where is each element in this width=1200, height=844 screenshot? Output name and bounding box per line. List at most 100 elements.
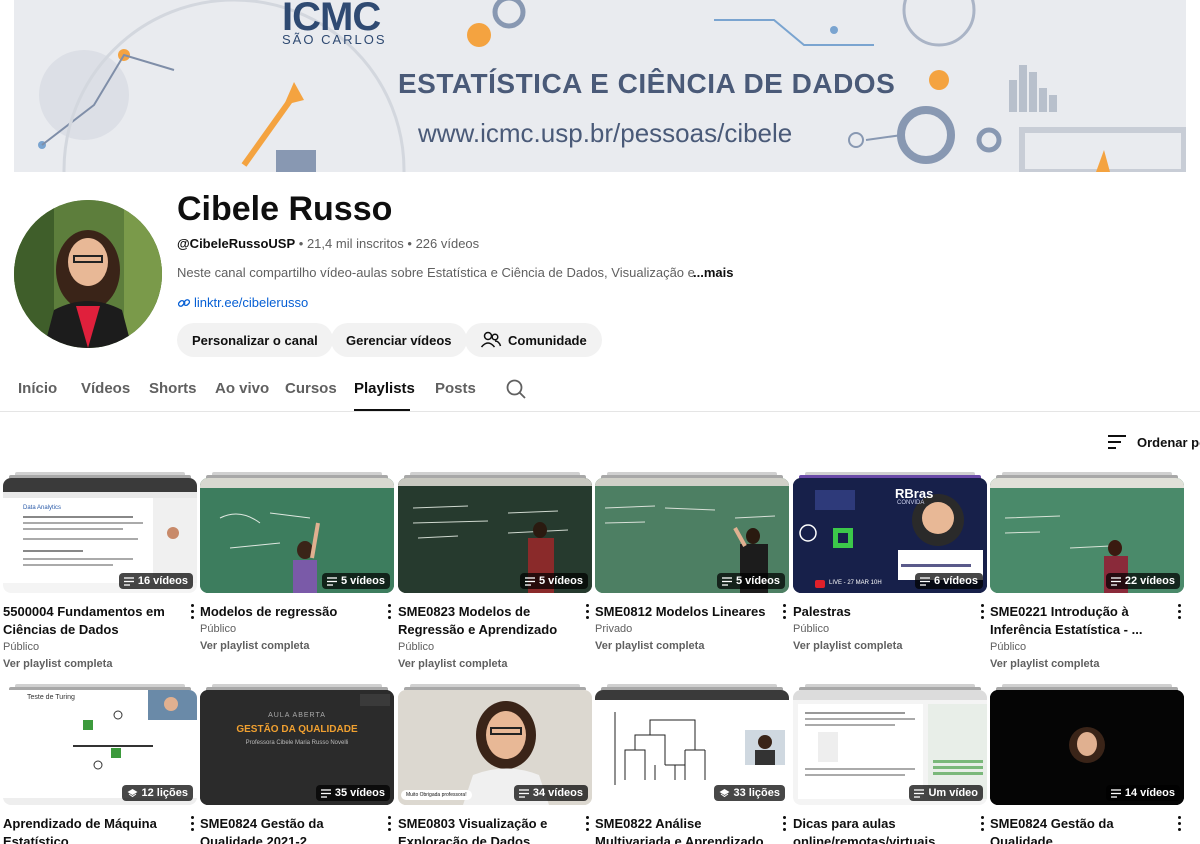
- playlist-icon: [320, 788, 331, 798]
- banner-title: ESTATÍSTICA E CIÊNCIA DE DADOS: [398, 68, 896, 99]
- channel-link-text: linktr.ee/cibelerusso: [194, 295, 309, 310]
- playlist-title[interactable]: Modelos de regressão: [200, 603, 394, 621]
- playlist-card[interactable]: RBras CONVIDA LIVE - 27 MAR 10H 6 vídeos…: [793, 472, 987, 652]
- playlist-card[interactable]: 5 vídeos SME0812 Modelos Lineares Privad…: [595, 472, 789, 652]
- tab-playlists[interactable]: Playlists: [354, 380, 415, 397]
- playlist-card[interactable]: Teste de Turing 12 lições Aprendizado de…: [3, 684, 197, 844]
- playlist-count: 22 vídeos: [1124, 575, 1175, 587]
- tab-inicio[interactable]: Início: [18, 380, 57, 397]
- playlist-visibility: Público: [793, 623, 830, 635]
- playlist-icon: [326, 576, 337, 586]
- description-more-link[interactable]: ...mais: [693, 265, 733, 280]
- tab-ao-vivo[interactable]: Ao vivo: [215, 380, 269, 397]
- playlist-card[interactable]: 33 lições SME0822 Análise Multivariada e…: [595, 684, 789, 844]
- playlist-title[interactable]: Palestras: [793, 603, 987, 621]
- thumb-convida: CONVIDA: [897, 500, 925, 506]
- more-options-icon[interactable]: [388, 816, 392, 834]
- playlist-title[interactable]: SME0812 Modelos Lineares: [595, 603, 789, 621]
- playlist-icon: [919, 576, 930, 586]
- playlist-title[interactable]: Dicas para aulas online/remotas/virtuais: [793, 815, 987, 844]
- more-options-icon[interactable]: [981, 816, 985, 834]
- playlist-icon: [123, 576, 134, 586]
- playlist-count: 12 lições: [141, 787, 188, 799]
- playlist-count-badge: 5 vídeos: [519, 573, 588, 589]
- playlist-count-badge: 35 vídeos: [315, 785, 390, 801]
- playlist-count-badge: 14 vídeos: [1105, 785, 1180, 801]
- playlist-visibility: Público: [990, 641, 1027, 653]
- community-button-label: Comunidade: [508, 332, 587, 348]
- playlist-title[interactable]: Aprendizado de Máquina Estatístico: [3, 815, 197, 844]
- sort-button[interactable]: Ordenar po: [1107, 434, 1200, 450]
- view-full-playlist-link[interactable]: Ver playlist completa: [398, 658, 592, 670]
- tab-posts[interactable]: Posts: [435, 380, 476, 397]
- community-button[interactable]: Comunidade: [465, 323, 602, 357]
- more-options-icon[interactable]: [586, 604, 590, 622]
- playlist-count: 5 vídeos: [538, 575, 583, 587]
- playlist-card[interactable]: 14 vídeos SME0824 Gestão da Qualidade: [990, 684, 1184, 844]
- more-options-icon[interactable]: [586, 816, 590, 834]
- channel-link[interactable]: linktr.ee/cibelerusso: [177, 295, 308, 310]
- playlist-title[interactable]: SME0824 Gestão da Qualidade 2021-2: [200, 815, 394, 844]
- view-full-playlist-link[interactable]: Ver playlist completa: [595, 640, 789, 652]
- channel-search-button[interactable]: [505, 378, 527, 405]
- channel-description[interactable]: Neste canal compartilho vídeo-aulas sobr…: [177, 265, 707, 280]
- playlist-icon: [1110, 788, 1121, 798]
- more-options-icon[interactable]: [783, 816, 787, 834]
- channel-tabs: Início Vídeos Shorts Ao vivo Cursos Play…: [0, 370, 1200, 412]
- more-options-icon[interactable]: [191, 604, 195, 622]
- search-icon: [506, 379, 526, 399]
- community-icon: [480, 331, 502, 348]
- playlist-count: 33 lições: [733, 787, 780, 799]
- channel-handle: @CibeleRussoUSP: [177, 236, 296, 251]
- playlist-title[interactable]: SME0803 Visualização e Exploração de Dad…: [398, 815, 592, 844]
- more-options-icon[interactable]: [388, 604, 392, 622]
- playlist-card[interactable]: 5 vídeos Modelos de regressão Público Ve…: [200, 472, 394, 652]
- playlist-count-badge: 16 vídeos: [118, 573, 193, 589]
- chat-bubble: Muito Obrigada professora!: [401, 790, 472, 800]
- playlist-title[interactable]: SME0824 Gestão da Qualidade: [990, 815, 1184, 844]
- tab-shorts[interactable]: Shorts: [149, 380, 197, 397]
- playlist-icon: [721, 576, 732, 586]
- more-options-icon[interactable]: [1178, 604, 1182, 622]
- view-full-playlist-link[interactable]: Ver playlist completa: [990, 658, 1184, 670]
- thumb-line1: AULA ABERTA: [268, 712, 326, 719]
- playlist-card[interactable]: AULA ABERTA GESTÃO DA QUALIDADE Professo…: [200, 684, 394, 844]
- playlist-icon: [524, 576, 535, 586]
- thumb-line2: GESTÃO DA QUALIDADE: [236, 724, 358, 735]
- playlist-count-badge: 22 vídeos: [1105, 573, 1180, 589]
- customize-channel-button[interactable]: Personalizar o canal: [177, 323, 333, 357]
- playlist-title[interactable]: 5500004 Fundamentos em Ciências de Dados: [3, 603, 197, 639]
- playlist-title[interactable]: SME0822 Análise Multivariada e Aprendiza…: [595, 815, 789, 844]
- tab-cursos[interactable]: Cursos: [285, 380, 337, 397]
- playlist-count-badge: 34 vídeos: [513, 785, 588, 801]
- more-options-icon[interactable]: [981, 604, 985, 622]
- playlist-card[interactable]: Muito Obrigada professora! 34 vídeos SME…: [398, 684, 592, 844]
- playlist-title[interactable]: SME0823 Modelos de Regressão e Aprendiza…: [398, 603, 592, 639]
- playlist-card[interactable]: Um vídeo Dicas para aulas online/remotas…: [793, 684, 987, 844]
- channel-banner: ICMC SÃO CARLOS ESTATÍSTICA E CIÊNCIA DE…: [14, 0, 1186, 172]
- playlist-card[interactable]: Data Analytics 16 vídeos 5500004 Fundame…: [3, 472, 197, 670]
- view-full-playlist-link[interactable]: Ver playlist completa: [793, 640, 987, 652]
- playlist-count-badge: 33 lições: [713, 785, 785, 801]
- view-full-playlist-link[interactable]: Ver playlist completa: [3, 658, 197, 670]
- more-options-icon[interactable]: [1178, 816, 1182, 834]
- tab-videos[interactable]: Vídeos: [81, 380, 130, 397]
- playlist-title[interactable]: SME0221 Introdução à Inferência Estatíst…: [990, 603, 1184, 639]
- playlist-card[interactable]: 5 vídeos SME0823 Modelos de Regressão e …: [398, 472, 592, 670]
- logo-sub-text: SÃO CARLOS: [282, 32, 387, 47]
- channel-meta: @CibeleRussoUSP • 21,4 mil inscritos • 2…: [177, 236, 480, 251]
- playlist-count: 5 vídeos: [340, 575, 385, 587]
- playlist-count: Um vídeo: [928, 787, 978, 799]
- playlist-visibility: Público: [200, 623, 237, 635]
- more-options-icon[interactable]: [783, 604, 787, 622]
- view-full-playlist-link[interactable]: Ver playlist completa: [200, 640, 394, 652]
- icmc-logo: ICMC SÃO CARLOS: [282, 0, 387, 47]
- channel-avatar[interactable]: [14, 200, 162, 348]
- more-options-icon[interactable]: [191, 816, 195, 834]
- link-icon: [177, 298, 191, 307]
- lessons-icon: [127, 789, 138, 798]
- playlist-card[interactable]: 22 vídeos SME0221 Introdução à Inferênci…: [990, 472, 1184, 670]
- playlist-count-badge: Um vídeo: [909, 785, 983, 801]
- manage-videos-button[interactable]: Gerenciar vídeos: [331, 323, 467, 357]
- thumb-live: LIVE - 27 MAR 10H: [829, 580, 882, 586]
